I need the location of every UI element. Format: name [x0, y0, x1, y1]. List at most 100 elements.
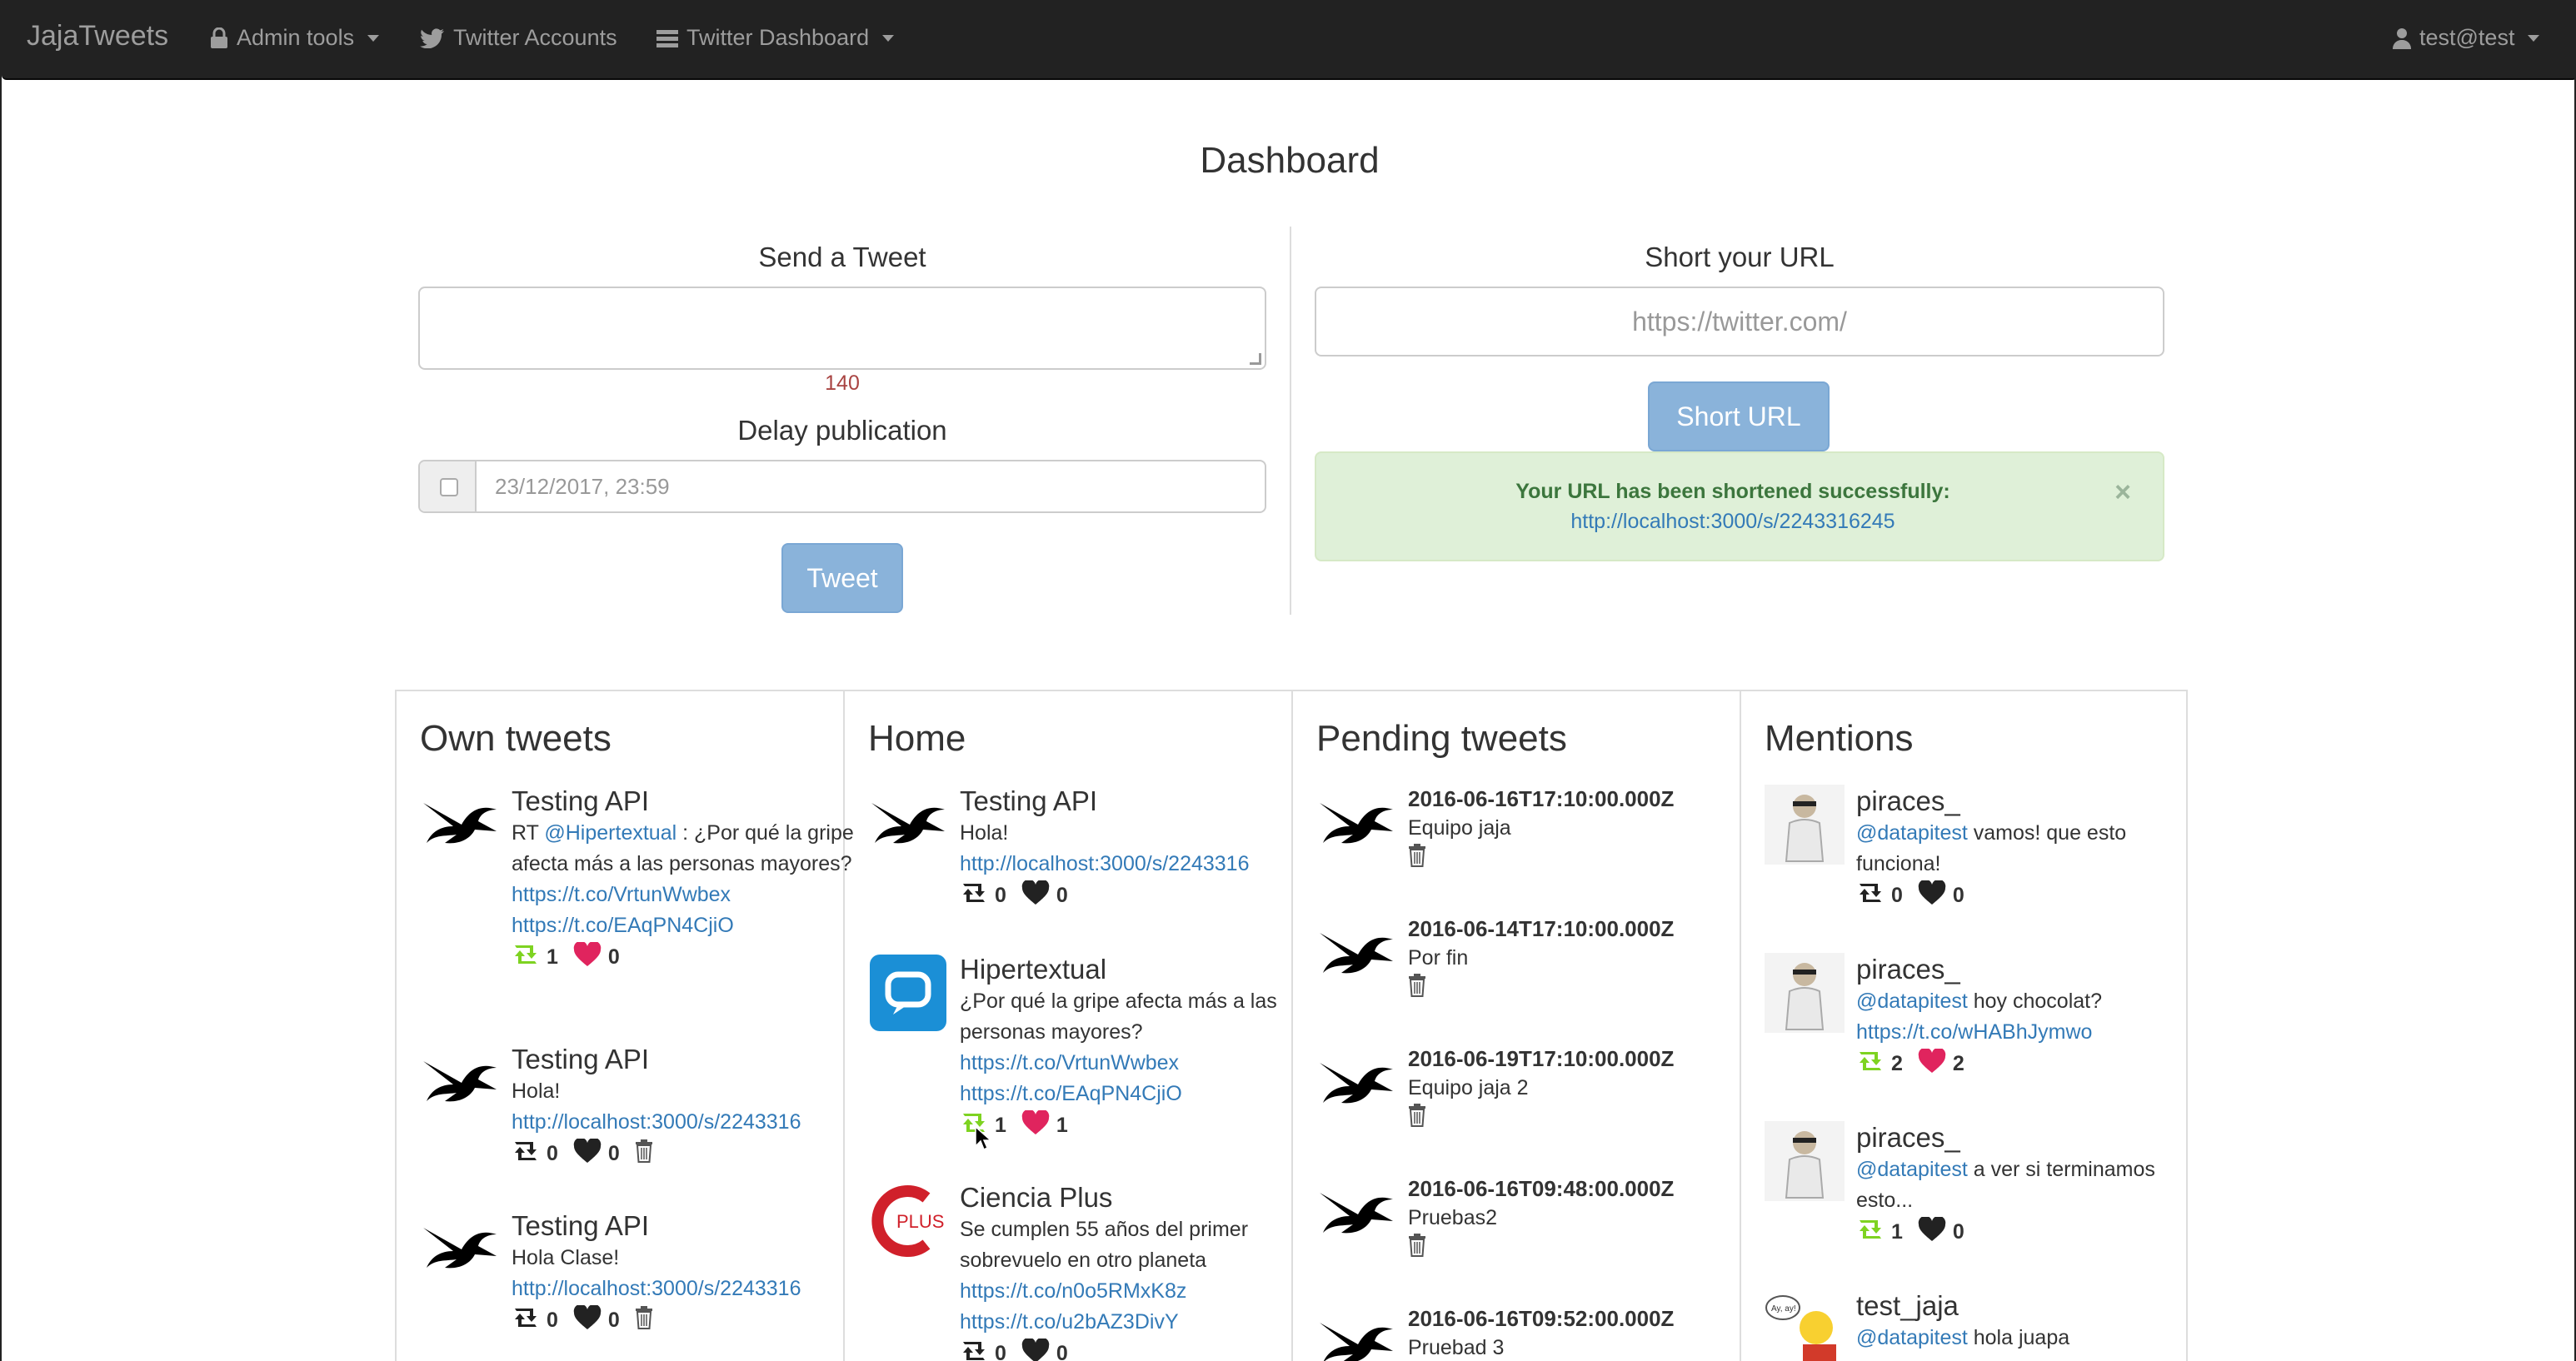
retweet-count: 0 [995, 883, 1006, 907]
alert-message: Your URL has been shortened successfully… [1515, 480, 1950, 503]
heart-icon[interactable] [1918, 879, 1946, 911]
tweet-textarea[interactable] [418, 287, 1266, 370]
short-url-button[interactable]: Short URL [1648, 381, 1830, 451]
home-title: Home [868, 718, 966, 759]
tweet-link[interactable]: http://localhost:3000/s/2243316 [512, 1110, 801, 1134]
mouse-cursor-icon [975, 1125, 992, 1155]
heart-icon[interactable] [1021, 1109, 1050, 1141]
tweet-stats: 2 2 [1856, 1047, 2206, 1079]
user-avatar-icon [1765, 785, 1845, 865]
heart-icon[interactable] [573, 1304, 602, 1336]
trash-icon[interactable] [635, 1305, 653, 1335]
retweet-icon[interactable] [1856, 883, 1885, 909]
heart-icon[interactable] [1918, 1047, 1946, 1079]
retweet-icon[interactable] [512, 945, 540, 970]
mention-link[interactable]: @datapitest [1856, 1158, 1968, 1181]
pending-text: Equipo jaja [1408, 816, 1511, 840]
lock-icon [210, 27, 228, 49]
tweet-author: piraces_ [1856, 785, 1960, 816]
tweet-author: Ciencia Plus [960, 1182, 1113, 1213]
twitter-dashboard-menu[interactable]: Twitter Dashboard [656, 25, 895, 51]
pending-tweets-title: Pending tweets [1316, 718, 1567, 759]
retweet-icon[interactable] [512, 1141, 540, 1167]
retweet-count: 1 [547, 945, 558, 969]
mention-link[interactable]: @datapitest [1856, 990, 1968, 1013]
retweet-count: 2 [1891, 1051, 1903, 1075]
heart-icon[interactable] [573, 940, 602, 973]
page-title: Dashboard [1200, 140, 1380, 181]
retweet-icon[interactable] [1856, 1051, 1885, 1077]
url-input[interactable]: https://twitter.com/ [1315, 287, 2164, 356]
heart-icon[interactable] [1918, 1215, 1946, 1248]
tweet-link[interactable]: https://t.co/EAqPN4CjiO [960, 1082, 1182, 1105]
resize-handle[interactable] [1250, 353, 1261, 365]
retweet-icon[interactable] [1856, 1219, 1885, 1245]
retweet-icon[interactable] [960, 1341, 988, 1361]
twitter-accounts-link[interactable]: Twitter Accounts [420, 25, 617, 51]
trash-icon[interactable] [1408, 974, 1426, 1000]
heart-icon[interactable] [1021, 1337, 1050, 1361]
tweet-link[interactable]: https://t.co/wHABhJymwo [1856, 1020, 2092, 1044]
retweet-icon[interactable] [960, 883, 988, 909]
tweet-link[interactable]: https://t.co/VrtunWwbex [960, 1051, 1179, 1074]
tweet-button[interactable]: Tweet [781, 543, 903, 613]
tweet-text: ¿Por qué la gripe afecta más a las perso… [960, 986, 1310, 1109]
trash-icon[interactable] [635, 1139, 653, 1169]
tweet-author: test_jaja [1856, 1290, 1959, 1321]
heart-icon[interactable] [1021, 879, 1050, 911]
delay-date-field[interactable]: 23/12/2017, 23:59 [495, 474, 670, 500]
tweet-body: hoy chocolat? [1967, 990, 2103, 1013]
tweet-author: piraces_ [1856, 954, 1960, 985]
speech-bubble-text: Ay, ay! [1771, 1304, 1796, 1314]
tweet-link[interactable]: http://localhost:3000/s/2243316 [512, 1277, 801, 1300]
trash-icon[interactable] [1408, 1234, 1426, 1260]
tweet-body: Hola Clase! [512, 1246, 620, 1269]
mention-link[interactable]: @Hipertextual [544, 821, 676, 845]
tweet-link[interactable]: https://t.co/u2bAZ3DivY [960, 1310, 1179, 1334]
pending-date: 2016-06-16T09:48:00.000Z [1408, 1176, 1675, 1201]
delay-checkbox[interactable] [440, 478, 458, 496]
rt-prefix: RT [512, 821, 545, 845]
tweet-text: @datapitest hoy chocolat? https://t.co/wH… [1856, 986, 2206, 1048]
tweet-link[interactable]: http://localhost:3000/s/2243316 [960, 852, 1250, 875]
tweet-stats: 1 1 [960, 1109, 1310, 1141]
admin-tools-menu[interactable]: Admin tools [210, 25, 380, 51]
mention-link[interactable]: @datapitest [1856, 821, 1968, 845]
tweet-text: RT @Hipertextual : ¿Por qué la gripe afe… [512, 818, 861, 941]
tweet-text: @datapitest hola juapa [1856, 1323, 2206, 1354]
tweet-author: Hipertextual [960, 954, 1107, 985]
pending-date: 2016-06-16T17:10:00.000Z [1408, 786, 1675, 811]
tweet-link[interactable]: https://t.co/VrtunWwbex [512, 883, 731, 906]
tweet-author: Testing API [960, 785, 1098, 816]
pending-date: 2016-06-16T09:52:00.000Z [1408, 1306, 1675, 1331]
trash-icon[interactable] [1408, 844, 1426, 870]
delay-input-group: 23/12/2017, 23:59 [418, 460, 1266, 513]
retweet-count: 0 [547, 1308, 558, 1332]
tweet-author: piraces_ [1856, 1122, 1960, 1153]
tweet-stats: 1 0 [512, 940, 861, 973]
tweet-link[interactable]: https://t.co/EAqPN4CjiO [512, 914, 734, 937]
tweet-text: Se cumplen 55 años del primer sobrevuelo… [960, 1214, 1310, 1338]
trash-icon[interactable] [1408, 1104, 1426, 1130]
ciencia-plus-logo-text: PLUS [896, 1211, 944, 1232]
like-count: 0 [1056, 1341, 1068, 1361]
tweet-link[interactable]: https://t.co/n0o5RMxK8z [960, 1279, 1186, 1303]
twitter-accounts-label: Twitter Accounts [453, 25, 617, 50]
delay-publication-title: Delay publication [737, 415, 947, 446]
tweet-text: Hola Clase! http://localhost:3000/s/22433… [512, 1243, 861, 1304]
brand-link[interactable]: JajaTweets [27, 20, 168, 52]
send-tweet-title: Send a Tweet [758, 242, 926, 272]
admin-tools-label: Admin tools [237, 25, 355, 50]
tweet-body: Se cumplen 55 años del primer sobrevuelo… [960, 1218, 1249, 1272]
own-tweets-title: Own tweets [420, 718, 612, 759]
user-icon [2393, 27, 2411, 49]
swallow-avatar-icon [1316, 915, 1396, 995]
heart-icon[interactable] [573, 1137, 602, 1169]
like-count: 0 [607, 945, 620, 969]
mention-link[interactable]: @datapitest [1856, 1326, 1968, 1349]
ciencia-plus-avatar-icon: PLUS [868, 1181, 948, 1261]
user-menu[interactable]: test@test [2393, 25, 2540, 51]
close-icon[interactable]: × [2114, 476, 2131, 509]
retweet-icon[interactable] [512, 1308, 540, 1334]
alert-short-link[interactable]: http://localhost:3000/s/2243316245 [1570, 510, 1895, 533]
